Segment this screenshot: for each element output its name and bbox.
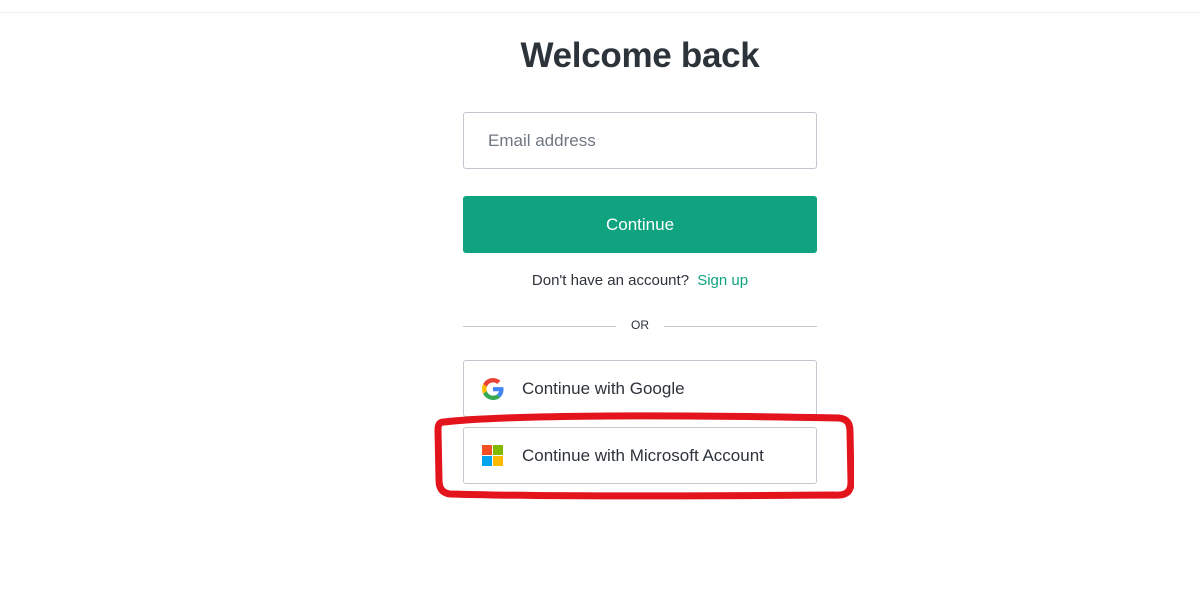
- email-field[interactable]: [463, 112, 817, 169]
- signup-prompt-row: Don't have an account? Sign up: [463, 272, 817, 289]
- microsoft-button-label: Continue with Microsoft Account: [522, 445, 764, 465]
- or-divider: OR: [463, 316, 817, 336]
- google-logo-icon: [482, 377, 504, 400]
- continue-with-microsoft-button[interactable]: Continue with Microsoft Account: [463, 427, 817, 484]
- microsoft-logo-icon: [482, 444, 504, 467]
- divider-line-right: [664, 326, 817, 327]
- signup-link[interactable]: Sign up: [697, 272, 748, 289]
- google-button-label: Continue with Google: [522, 378, 685, 398]
- top-divider: [0, 12, 1200, 13]
- continue-with-google-button[interactable]: Continue with Google: [463, 360, 817, 417]
- page-title: Welcome back: [520, 36, 760, 75]
- divider-label: OR: [631, 318, 649, 332]
- continue-button[interactable]: Continue: [463, 196, 817, 253]
- signup-prompt-text: Don't have an account?: [531, 272, 690, 289]
